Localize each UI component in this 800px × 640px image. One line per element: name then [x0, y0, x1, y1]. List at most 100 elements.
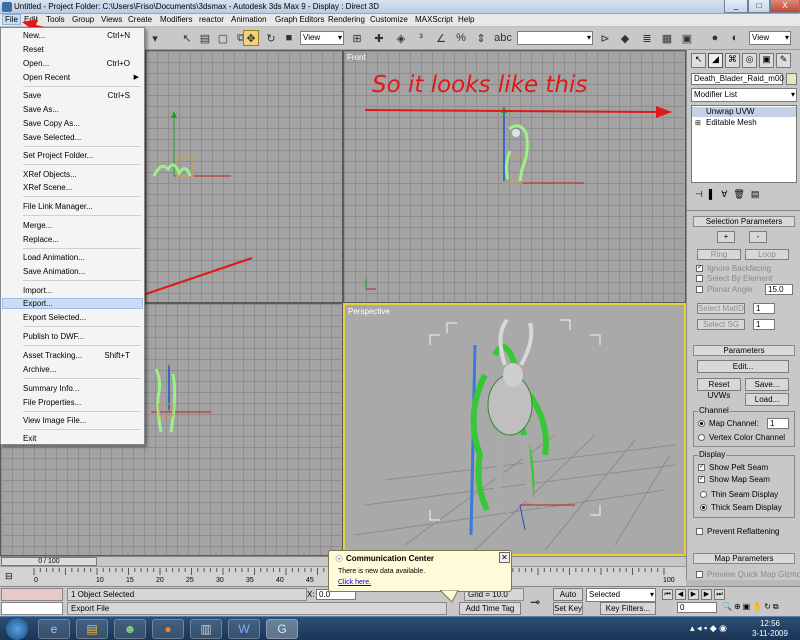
file-menu-asset-tracking[interactable]: Asset Tracking...: [23, 351, 82, 360]
clock-time[interactable]: 12:56: [748, 619, 792, 628]
ring-button[interactable]: Ring: [697, 249, 741, 260]
object-color-swatch[interactable]: [786, 73, 797, 85]
auto-key-button[interactable]: Auto Key: [553, 588, 583, 610]
arc-rotate-icon[interactable]: ↻: [764, 602, 771, 614]
file-menu-reset[interactable]: Reset: [23, 45, 44, 54]
object-name-field[interactable]: Death_Blader_Raid_m00: [691, 73, 784, 85]
zoom-all-icon[interactable]: ⊕: [734, 602, 741, 614]
clock-date[interactable]: 3-11-2009: [744, 629, 796, 638]
show-pelt-seam-checkbox[interactable]: ✓: [698, 464, 705, 471]
planar-angle-checkbox[interactable]: [696, 286, 703, 293]
sg-spinner[interactable]: 1: [753, 319, 775, 330]
reset-uvws-button[interactable]: Reset UVWs: [697, 378, 741, 400]
file-menu-xref-scene[interactable]: XRef Scene...: [23, 183, 72, 192]
file-menu-open[interactable]: Open...: [23, 59, 49, 68]
file-menu-save-copy-as[interactable]: Save Copy As...: [23, 119, 80, 128]
add-time-tag-button[interactable]: Add Time Tag: [459, 602, 521, 615]
configure-sets-icon[interactable]: ▤: [751, 189, 760, 201]
utilities-tab-icon[interactable]: ✎: [776, 53, 791, 68]
loop-button[interactable]: Loop: [745, 249, 789, 260]
file-menu-view-image-file[interactable]: View Image File...: [23, 416, 86, 425]
show-end-result-icon[interactable]: ▌: [709, 189, 715, 201]
prevent-reflattening-checkbox[interactable]: [696, 528, 703, 535]
expand-icon[interactable]: ⊞: [695, 119, 701, 127]
start-button[interactable]: [6, 618, 28, 640]
file-menu-new[interactable]: New...: [23, 31, 45, 40]
current-frame-field[interactable]: 0: [677, 602, 717, 613]
create-tab-icon[interactable]: ↖: [691, 53, 706, 68]
file-menu-exit[interactable]: Exit: [23, 434, 36, 443]
goto-end-icon[interactable]: ⏭: [714, 589, 725, 600]
goto-start-icon[interactable]: ⏮: [662, 589, 673, 600]
file-menu-publish-dwf[interactable]: Publish to DWF...: [23, 332, 84, 341]
file-menu-merge[interactable]: Merge...: [23, 221, 52, 230]
time-slider-thumb[interactable]: 0 / 100: [1, 557, 97, 566]
set-key-button[interactable]: Set Key: [553, 602, 583, 615]
key-icon[interactable]: ⊸: [530, 595, 540, 609]
modify-tab-icon[interactable]: ◢: [708, 53, 723, 68]
zoom-icon[interactable]: 🔍: [722, 602, 732, 614]
load-uvw-button[interactable]: Load...: [745, 393, 789, 406]
file-menu-open-recent[interactable]: Open Recent: [23, 73, 70, 82]
file-menu-save[interactable]: Save: [23, 91, 41, 100]
edit-uvw-button[interactable]: Edit...: [697, 360, 789, 373]
stack-item-editable-mesh[interactable]: ⊞ Editable Mesh: [692, 118, 796, 128]
file-menu-export-selected[interactable]: Export Selected...: [23, 313, 86, 322]
pin-stack-icon[interactable]: ⊣: [695, 189, 703, 201]
taskbar-app-icon[interactable]: ▥: [190, 619, 222, 639]
file-menu-save-selected[interactable]: Save Selected...: [23, 133, 81, 142]
file-menu-save-as[interactable]: Save As...: [23, 105, 59, 114]
show-map-seam-checkbox[interactable]: ✓: [698, 476, 705, 483]
file-menu-archive[interactable]: Archive...: [23, 365, 56, 374]
file-menu-summary-info[interactable]: Summary Info...: [23, 384, 79, 393]
file-menu-replace[interactable]: Replace...: [23, 235, 59, 244]
stack-item-unwrap[interactable]: Unwrap UVW: [692, 107, 796, 117]
grow-selection-button[interactable]: +: [717, 231, 735, 243]
hierarchy-tab-icon[interactable]: ⌘: [725, 53, 740, 68]
tray-icons[interactable]: ▴ ◂ ▪ ◆ ◉: [690, 623, 727, 634]
key-mode-dropdown[interactable]: Selected: [586, 588, 656, 602]
thin-seam-radio[interactable]: [700, 491, 707, 498]
play-icon[interactable]: ▶: [688, 589, 699, 600]
taskbar-ie-icon[interactable]: e: [38, 619, 70, 639]
pan-icon[interactable]: ✋: [752, 602, 762, 614]
key-filters-button[interactable]: Key Filters...: [600, 602, 656, 615]
next-frame-icon[interactable]: ▶: [701, 589, 712, 600]
motion-tab-icon[interactable]: ◎: [742, 53, 757, 68]
maximize-viewport-icon[interactable]: ⧉: [773, 602, 779, 614]
modifier-list-dropdown[interactable]: Modifier List: [691, 88, 797, 102]
file-menu-import[interactable]: Import...: [23, 286, 52, 295]
rollout-map-parameters[interactable]: Map Parameters: [693, 553, 795, 564]
taskbar-word-icon[interactable]: W: [228, 619, 260, 639]
taskbar-3dsmax-icon[interactable]: G: [266, 619, 298, 639]
preview-quick-map-checkbox[interactable]: [696, 571, 703, 578]
rollout-parameters[interactable]: Parameters: [693, 345, 795, 356]
matid-spinner[interactable]: 1: [753, 303, 775, 314]
prev-frame-icon[interactable]: ◀: [675, 589, 686, 600]
file-menu-file-properties[interactable]: File Properties...: [23, 398, 81, 407]
taskbar-users-icon[interactable]: ☻: [114, 619, 146, 639]
file-menu-set-project-folder[interactable]: Set Project Folder...: [23, 151, 93, 160]
file-menu-xref-objects[interactable]: XRef Objects...: [23, 170, 77, 179]
maxscript-listener-pink[interactable]: [1, 588, 63, 601]
save-uvw-button[interactable]: Save...: [745, 378, 789, 391]
file-menu-file-link-manager[interactable]: File Link Manager...: [23, 202, 93, 211]
select-matid-button[interactable]: Select MatID: [697, 303, 745, 314]
rollout-selection-parameters[interactable]: Selection Parameters: [693, 216, 795, 227]
select-by-element-checkbox[interactable]: [696, 275, 703, 282]
select-sg-button[interactable]: Select SG: [697, 319, 745, 330]
track-bar-icon[interactable]: ⊟: [5, 571, 13, 582]
planar-angle-spinner[interactable]: 15.0: [765, 284, 793, 295]
remove-modifier-icon[interactable]: 🗑: [733, 189, 744, 201]
ignore-backfacing-checkbox[interactable]: ✓: [696, 265, 703, 272]
vertex-color-channel-radio[interactable]: [698, 434, 705, 441]
map-channel-radio[interactable]: [698, 420, 705, 427]
popup-link[interactable]: Click here.: [338, 579, 371, 586]
taskbar-explorer-icon[interactable]: ▤: [76, 619, 108, 639]
file-menu-save-animation[interactable]: Save Animation...: [23, 267, 85, 276]
thick-seam-radio[interactable]: [700, 504, 707, 511]
make-unique-icon[interactable]: ∀: [721, 189, 727, 201]
file-menu-load-animation[interactable]: Load Animation...: [23, 253, 85, 262]
close-icon[interactable]: ✕: [499, 552, 510, 563]
display-tab-icon[interactable]: ▣: [759, 53, 774, 68]
